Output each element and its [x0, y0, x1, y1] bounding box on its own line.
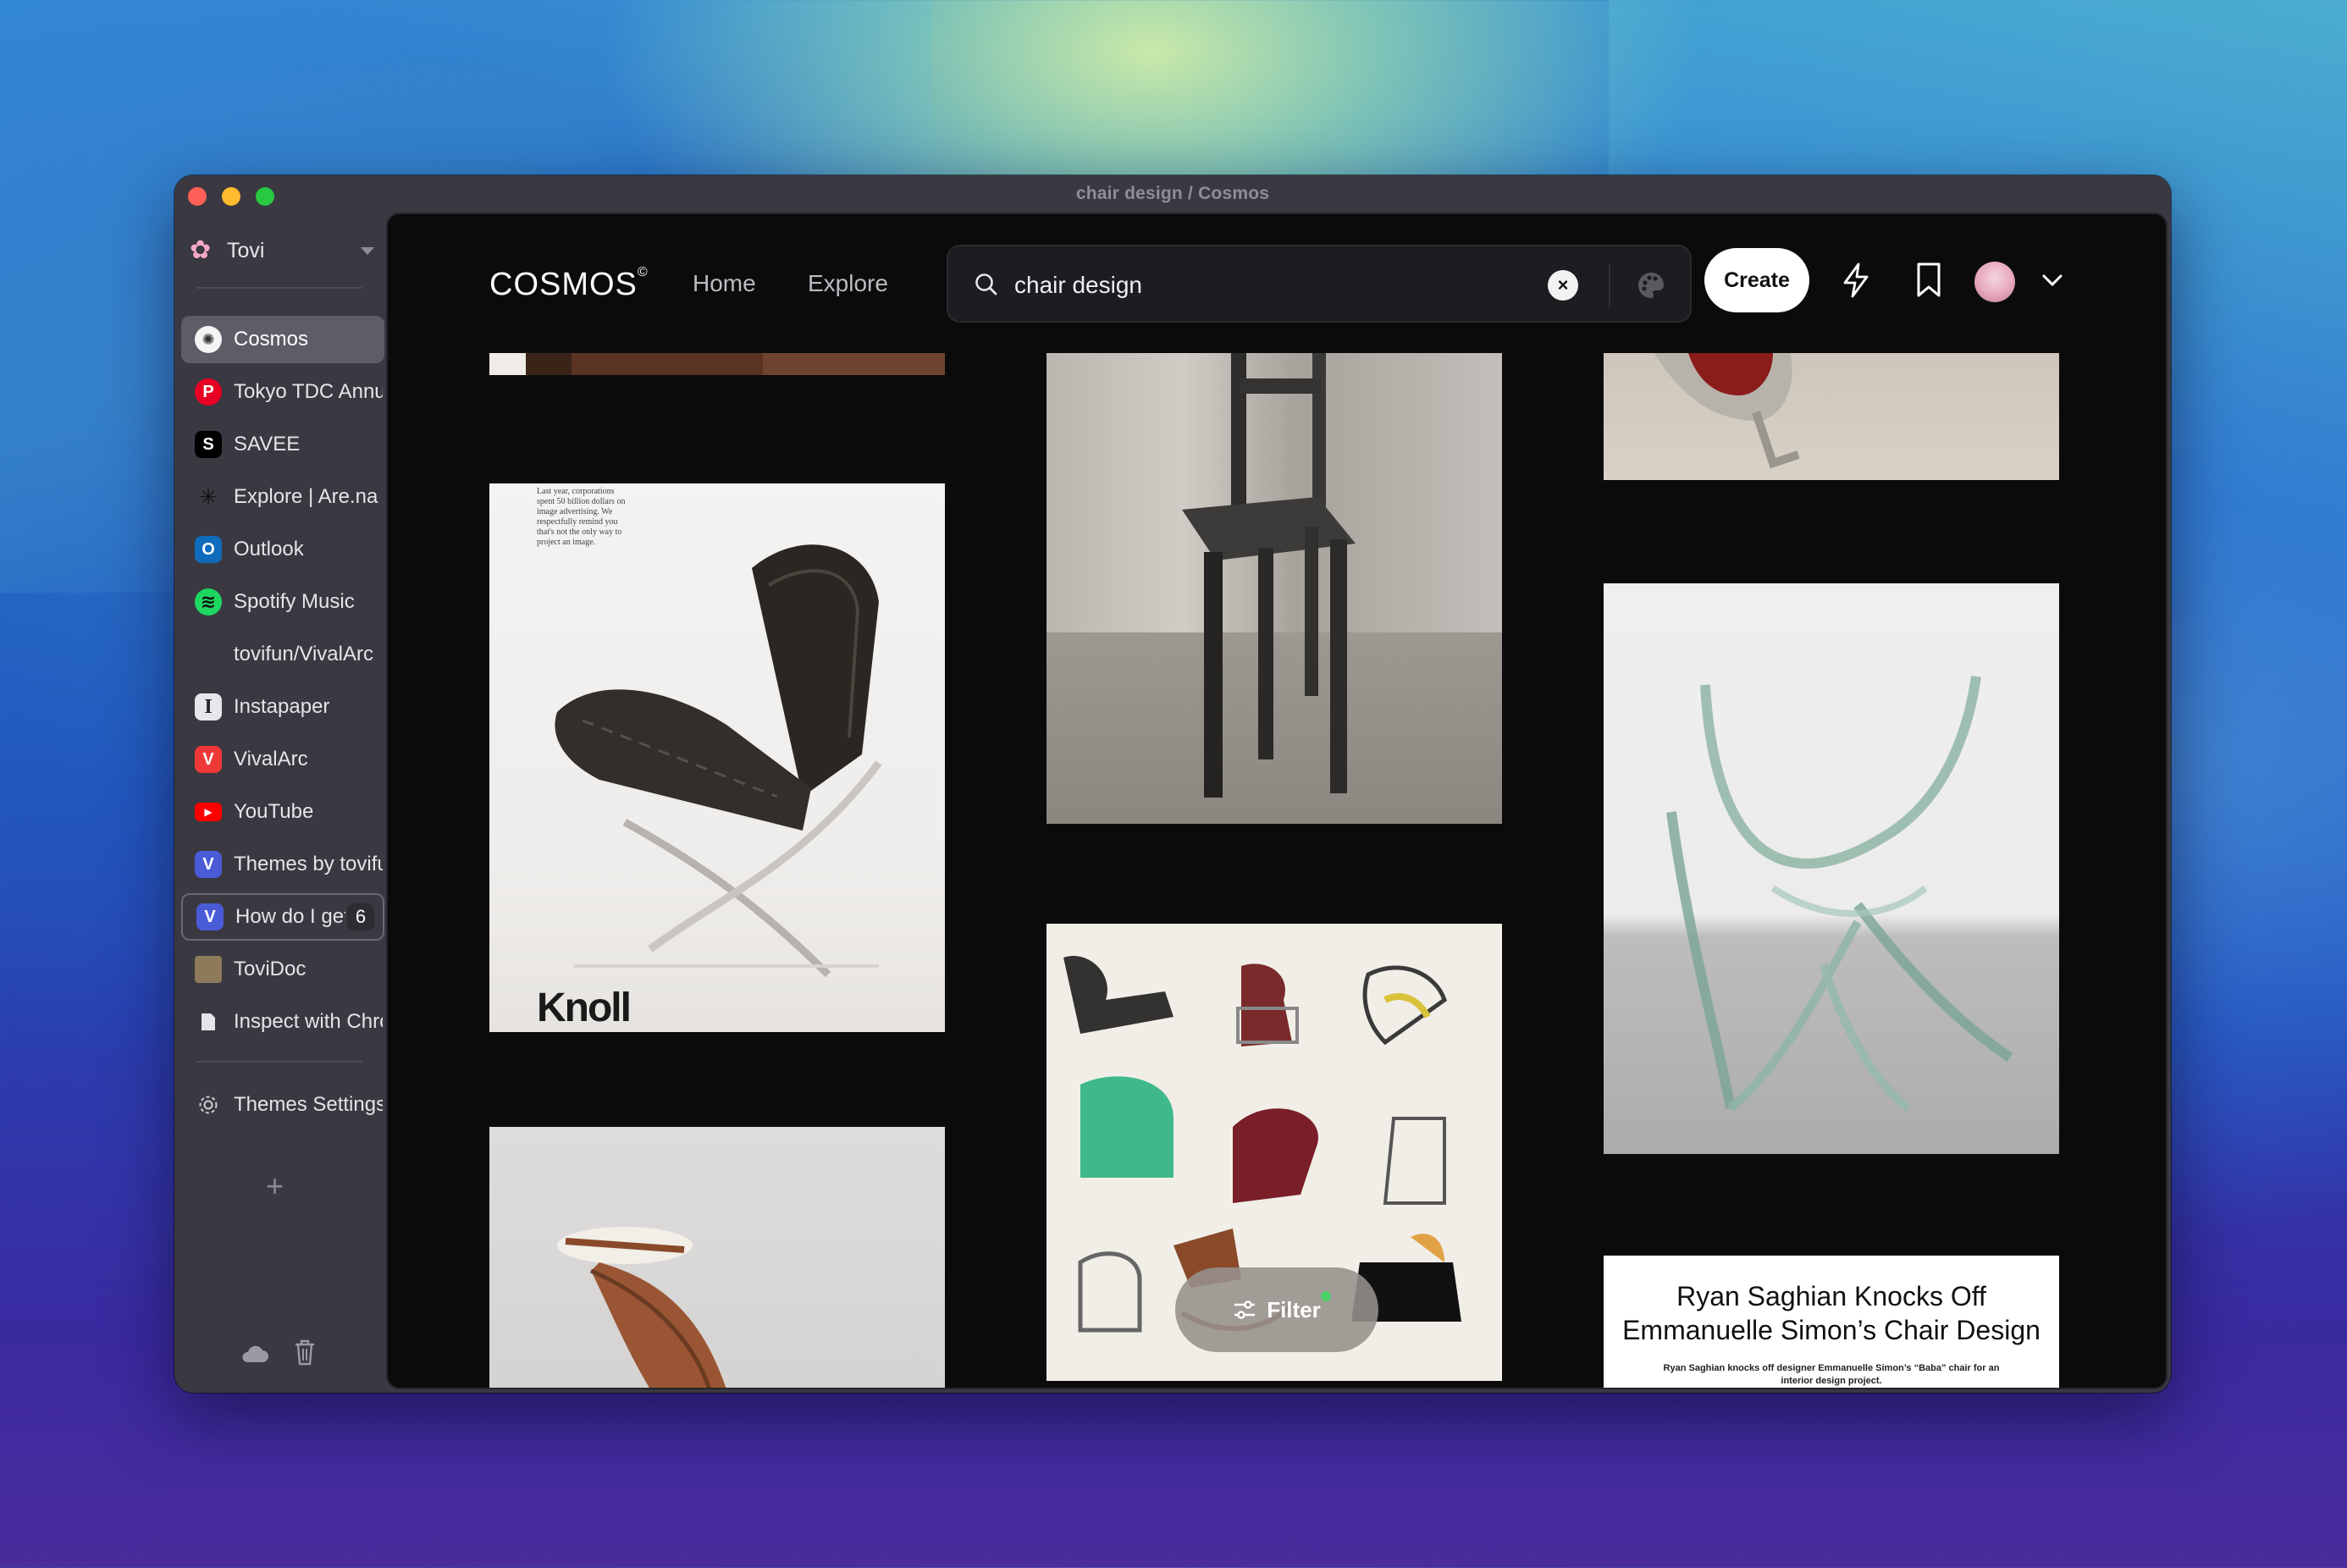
image-card[interactable]	[489, 1127, 945, 1388]
tab-label: Outlook	[234, 538, 304, 560]
youtube-icon: ▶	[195, 803, 222, 821]
filter-label: Filter	[1267, 1296, 1321, 1322]
nav-explore[interactable]: Explore	[808, 270, 888, 297]
vivaldi-icon: V	[195, 746, 222, 773]
sidebar-tab-youtube[interactable]: ▶ YouTube	[181, 788, 384, 836]
article-title-line1: Ryan Saghian Knocks Off	[1676, 1281, 1986, 1311]
tab-label: YouTube	[234, 800, 314, 823]
cloud-icon[interactable]	[240, 1344, 269, 1368]
article-card[interactable]: Ryan Saghian Knocks Off Emmanuelle Simon…	[1604, 1256, 2059, 1388]
lightning-icon[interactable]	[1839, 262, 1873, 299]
sidebar-tab-github[interactable]: tovifun/VivalArc	[181, 631, 384, 678]
tab-label: Explore | Are.na	[234, 485, 378, 508]
tab-label: SAVEE	[234, 433, 301, 455]
sidebar-tab-spotify[interactable]: ≋ Spotify Music	[181, 578, 384, 626]
palette-icon[interactable]	[1636, 270, 1666, 301]
themes-settings-item[interactable]: Themes Settings	[181, 1081, 384, 1129]
tovidoc-icon	[195, 956, 222, 983]
document-icon	[195, 1008, 222, 1035]
vivaldi-icon: V	[196, 903, 224, 930]
search-input[interactable]: chair design	[1014, 272, 1142, 299]
filter-button[interactable]: Filter	[1175, 1267, 1378, 1352]
outlook-icon: O	[195, 536, 222, 563]
flower-icon: ✿	[190, 236, 212, 264]
article-title-line2: Emmanuelle Simon’s Chair Design	[1622, 1315, 2041, 1345]
bookmark-icon[interactable]	[1915, 262, 1942, 299]
profile-name: Tovi	[227, 238, 265, 262]
arena-icon: ✳	[199, 483, 218, 510]
tab-label: Tokyo TDC Annual	[234, 380, 383, 403]
instapaper-icon: I	[195, 693, 222, 721]
create-button[interactable]: Create	[1704, 248, 1809, 312]
wooden-chair-image	[1182, 353, 1356, 798]
trash-icon[interactable]	[293, 1339, 317, 1370]
title-bar: chair design / Cosmos	[174, 175, 2171, 214]
sidebar-tab-savee[interactable]: S SAVEE	[181, 421, 384, 468]
logo-text: COSMOS	[489, 267, 638, 302]
profile-switcher[interactable]: ✿ Tovi	[190, 231, 379, 270]
logo-mark: ©	[637, 265, 649, 279]
browser-window: chair design / Cosmos ✿ Tovi ✺ Cosmos P …	[174, 175, 2171, 1393]
gear-icon	[195, 1091, 222, 1118]
window-title: chair design / Cosmos	[1075, 184, 1270, 203]
chevron-down-icon[interactable]	[2041, 272, 2064, 289]
cosmos-logo[interactable]: COSMOS©	[489, 265, 649, 303]
tab-label: VivalArc	[234, 748, 308, 770]
web-content: COSMOS© Home Explore chair design × Crea…	[388, 214, 2166, 1388]
nav-home[interactable]: Home	[693, 270, 756, 297]
cosmos-top-nav: COSMOS© Home Explore chair design × Crea…	[388, 214, 2166, 353]
search-bar[interactable]: chair design ×	[947, 245, 1692, 323]
sidebar-tab-themes[interactable]: V Themes by tovifun	[181, 841, 384, 888]
image-card[interactable]	[489, 353, 945, 375]
sidebar-tab-instapaper[interactable]: I Instapaper	[181, 683, 384, 731]
github-icon	[195, 641, 222, 668]
tab-count-badge: 6	[347, 903, 374, 930]
sidebar-tab-cosmos[interactable]: ✺ Cosmos	[181, 316, 384, 363]
sidebar-tab-vivalarc[interactable]: V VivalArc	[181, 736, 384, 783]
tab-label: Spotify Music	[234, 590, 355, 613]
barcelona-chair-image	[555, 544, 882, 978]
tab-label: Instapaper	[234, 695, 330, 718]
clear-icon[interactable]: ×	[1548, 270, 1578, 301]
tab-label: ToviDoc	[234, 958, 306, 980]
tab-label: tovifun/VivalArc	[234, 643, 373, 665]
article-subtitle: Ryan Saghian knocks off designer Emmanue…	[1663, 1363, 2000, 1386]
glass-chair-image	[1666, 676, 2013, 1112]
image-card[interactable]	[1604, 353, 2059, 480]
cosmos-icon: ✺	[195, 326, 222, 353]
avatar[interactable]	[1974, 262, 2015, 302]
image-card[interactable]: Last year, corporations spent 50 billion…	[489, 483, 945, 1032]
lounge-chair-image	[557, 1227, 726, 1388]
knoll-logo: Knoll	[537, 986, 632, 1030]
tab-label: Cosmos	[234, 328, 309, 351]
sidebar-tab-inspect[interactable]: Inspect with Chrome	[181, 998, 384, 1046]
search-icon	[975, 273, 997, 295]
tab-label: How do I get	[235, 905, 345, 928]
chevron-down-icon	[361, 246, 374, 255]
plus-icon[interactable]: +	[266, 1171, 284, 1201]
sidebar: ✿ Tovi ✺ Cosmos P Tokyo TDC Annual S SAV…	[174, 214, 388, 1393]
savee-icon: S	[195, 431, 222, 458]
sidebar-tab-outlook[interactable]: O Outlook	[181, 526, 384, 573]
sidebar-tab-how-do-i[interactable]: V How do I get 6	[181, 893, 384, 941]
spotify-icon: ≋	[195, 588, 222, 616]
divider	[196, 287, 362, 289]
pinterest-icon: P	[195, 378, 222, 406]
red-chair-image	[1654, 353, 1800, 469]
sidebar-tab-tovidoc[interactable]: ToviDoc	[181, 946, 384, 993]
divider	[196, 1061, 362, 1063]
vivaldi-icon: V	[195, 851, 222, 878]
tab-label: Themes Settings	[234, 1093, 383, 1116]
sidebar-tab-arena[interactable]: ✳ Explore | Are.na	[181, 473, 384, 521]
sliders-icon	[1234, 1300, 1256, 1319]
filter-active-dot	[1321, 1291, 1331, 1301]
tab-label: Themes by tovifun	[234, 853, 383, 875]
sidebar-tab-tokyo-tdc[interactable]: P Tokyo TDC Annual	[181, 368, 384, 416]
image-card[interactable]	[1046, 353, 1502, 824]
search-divider	[1609, 263, 1610, 307]
image-card[interactable]	[1604, 583, 2059, 1154]
tab-label: Inspect with Chrome	[234, 1010, 383, 1033]
